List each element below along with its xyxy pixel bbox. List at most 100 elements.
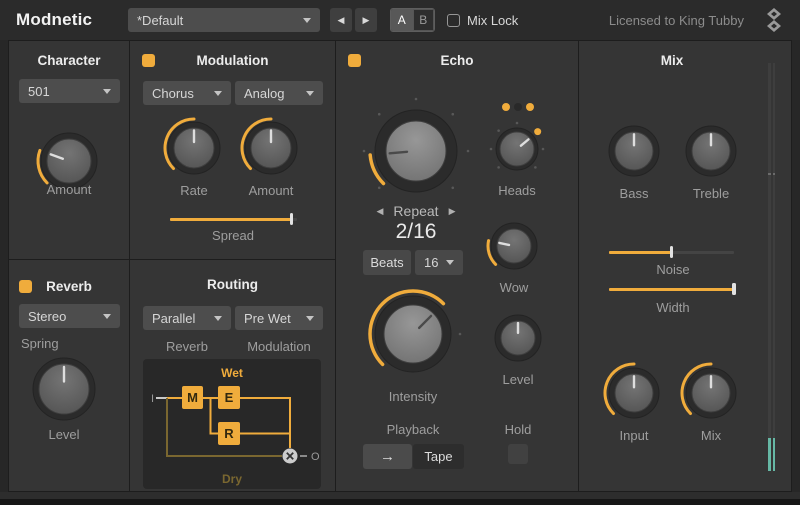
echo-block[interactable]: E <box>218 386 240 409</box>
slider-fill <box>170 218 292 221</box>
routing-diagram: Wet I M E R <box>143 359 321 489</box>
modulation-title: Modulation <box>130 53 335 68</box>
noise-slider[interactable] <box>609 246 734 258</box>
output-meter <box>768 63 776 471</box>
repeat-next-icon[interactable]: ▶ <box>449 206 456 217</box>
character-type-value: 501 <box>28 84 50 99</box>
modulation-panel: Modulation Chorus Analog Rate Amount Spr… <box>129 40 336 260</box>
chevron-down-icon <box>214 91 222 96</box>
division-value: 16 <box>424 255 438 270</box>
playback-direction-button[interactable]: → <box>363 444 412 469</box>
preset-next-button[interactable]: ▶ <box>355 8 377 32</box>
ab-a-button[interactable]: A <box>391 9 413 31</box>
modulation-rate-knob[interactable] <box>159 113 229 183</box>
treble-knob[interactable] <box>679 119 743 183</box>
character-type-select[interactable]: 501 <box>19 79 120 103</box>
mix-title: Mix <box>579 53 765 68</box>
repeat-knob[interactable] <box>361 96 471 206</box>
modulation-block[interactable]: M <box>182 386 203 409</box>
echo-level-label: Level <box>502 372 533 387</box>
intensity-knob[interactable] <box>362 283 464 385</box>
heads-indicator-dots[interactable] <box>502 103 534 111</box>
meter-tick <box>773 173 776 175</box>
reverb-routing-value: Parallel <box>152 311 195 326</box>
width-slider[interactable] <box>609 283 734 295</box>
width-label: Width <box>656 300 689 315</box>
routing-panel: Routing Parallel Pre Wet Reverb Modulati… <box>129 259 336 492</box>
mix-knob[interactable] <box>676 358 746 428</box>
reverb-level-knob[interactable] <box>27 352 101 426</box>
mix-node[interactable] <box>283 449 298 464</box>
hold-label: Hold <box>505 422 532 437</box>
hold-toggle[interactable] <box>508 444 528 464</box>
noise-label: Noise <box>656 262 689 277</box>
bass-knob[interactable] <box>602 119 666 183</box>
modulation-mode-value: Analog <box>244 86 284 101</box>
meter-bar-left <box>768 63 771 471</box>
output-label: O <box>311 451 320 463</box>
slider-fill <box>609 251 672 254</box>
head-dot[interactable] <box>526 103 534 111</box>
arrow-left-icon: ◀ <box>338 15 345 26</box>
division-select[interactable]: 16 <box>415 250 463 275</box>
meter-tick <box>768 173 771 175</box>
slider-fill <box>609 288 734 291</box>
heads-knob[interactable] <box>485 117 549 181</box>
reverb-type-value: Stereo <box>28 309 66 324</box>
reverb-type-caption: Spring <box>21 336 59 351</box>
routing-title: Routing <box>130 277 335 292</box>
bass-label: Bass <box>620 186 649 201</box>
meter-fill <box>768 438 771 471</box>
arrow-right-icon: → <box>380 448 395 465</box>
reverb-type-select[interactable]: Stereo <box>19 304 120 328</box>
bottom-strip <box>0 492 800 505</box>
modulation-routing-select[interactable]: Pre Wet <box>235 306 323 330</box>
reverb-routing-select[interactable]: Parallel <box>143 306 231 330</box>
reverb-block[interactable]: R <box>218 422 240 445</box>
ab-b-button[interactable]: B <box>413 9 435 31</box>
repeat-label: Repeat <box>393 203 438 219</box>
wet-label: Wet <box>221 366 243 380</box>
app-title: Modnetic <box>16 10 92 30</box>
chevron-down-icon <box>306 91 314 96</box>
mix-lock-checkbox[interactable] <box>447 14 460 27</box>
spread-label: Spread <box>212 228 254 243</box>
modulation-type-select[interactable]: Chorus <box>143 81 231 105</box>
modulation-routing-label: Modulation <box>235 339 323 354</box>
chevron-down-icon <box>214 316 222 321</box>
echo-level-knob[interactable] <box>486 306 550 370</box>
preset-select[interactable]: *Default <box>128 8 320 32</box>
treble-label: Treble <box>693 186 729 201</box>
character-amount-label: Amount <box>47 182 92 197</box>
chevron-down-icon <box>306 316 314 321</box>
slider-handle[interactable] <box>732 283 736 295</box>
modulation-amount-knob[interactable] <box>236 113 306 183</box>
brand-logo-icon <box>766 8 782 32</box>
meter-bar-right <box>773 63 776 471</box>
mix-knob-label: Mix <box>701 428 721 443</box>
chevron-down-icon <box>103 314 111 319</box>
meter-fill <box>773 438 776 471</box>
preset-prev-button[interactable]: ◀ <box>330 8 352 32</box>
modulation-mode-select[interactable]: Analog <box>235 81 323 105</box>
title-bar: Modnetic *Default ◀ ▶ A B Mix Lock Licen… <box>0 0 800 40</box>
wow-label: Wow <box>500 280 529 295</box>
svg-text:R: R <box>224 426 234 441</box>
input-label: I <box>151 393 154 405</box>
mix-panel: Mix Bass Treble Noise Width Input Mix <box>578 40 792 492</box>
repeat-prev-icon[interactable]: ◀ <box>377 206 384 217</box>
character-panel: Character 501 Amount <box>8 40 130 260</box>
arrow-right-icon: ▶ <box>363 15 370 26</box>
wow-knob[interactable] <box>482 214 546 278</box>
mix-lock-label: Mix Lock <box>467 13 518 28</box>
spread-slider[interactable] <box>170 213 297 225</box>
playback-mode-button[interactable]: Tape <box>413 444 464 469</box>
head-dot[interactable] <box>514 103 522 111</box>
head-dot[interactable] <box>502 103 510 111</box>
character-title: Character <box>9 53 129 68</box>
input-knob[interactable] <box>599 358 669 428</box>
sync-mode-button[interactable]: Beats <box>363 250 411 275</box>
slider-handle[interactable] <box>290 213 294 225</box>
chevron-down-icon <box>446 260 454 265</box>
slider-handle[interactable] <box>670 246 674 258</box>
